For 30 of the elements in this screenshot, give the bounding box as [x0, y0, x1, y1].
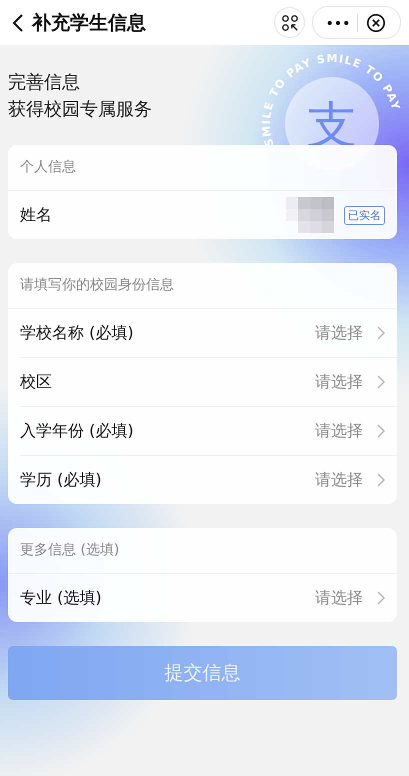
back-button[interactable] — [12, 12, 24, 32]
select-picker[interactable]: 请选择 — [315, 322, 385, 344]
field-label: 姓名 — [20, 204, 52, 226]
more-icon — [327, 20, 349, 26]
select-picker[interactable]: 请选择 — [315, 372, 385, 392]
field-label: 校区 — [20, 372, 52, 392]
field-label: 专业 (选填) — [20, 588, 102, 608]
close-icon — [366, 12, 386, 32]
select-picker[interactable]: 请选择 — [315, 420, 385, 442]
section-header: 更多信息 (选填) — [8, 528, 397, 574]
section-header: 请填写你的校园身份信息 — [8, 263, 397, 309]
field-label: 学历 (必填) — [20, 470, 102, 490]
select-picker[interactable]: 请选择 — [315, 588, 385, 608]
chevron-icon — [377, 326, 385, 340]
back-icon — [12, 12, 24, 32]
field-label: 学校名称 (必填) — [20, 322, 134, 344]
field-label: 入学年份 (必填) — [20, 420, 134, 442]
page-title: 补充学生信息 — [32, 10, 147, 36]
intro-text: 获得校园专属服务 — [8, 98, 152, 122]
scan-button[interactable] — [274, 7, 305, 38]
section-header: 个人信息 — [8, 145, 397, 191]
chevron-icon — [377, 591, 385, 605]
chevron-icon — [377, 473, 385, 487]
select-picker[interactable]: 请选择 — [315, 470, 385, 490]
chevron-icon — [377, 375, 385, 389]
blurred-name-icon — [286, 197, 334, 233]
verified-badge: 已实名 — [344, 206, 385, 224]
chevron-icon — [377, 424, 385, 438]
intro-text: 完善信息 — [8, 71, 80, 95]
grid-icon — [280, 14, 298, 32]
